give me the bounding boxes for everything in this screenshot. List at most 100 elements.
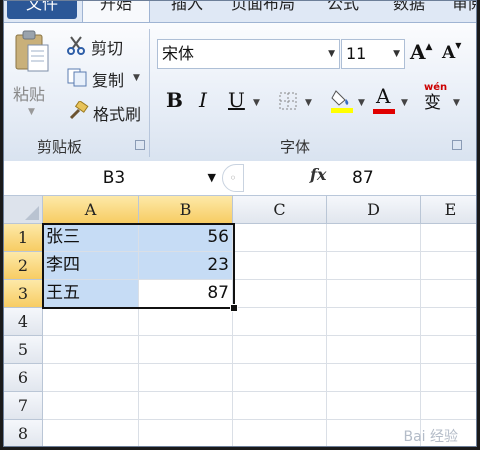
clipboard-launcher-icon[interactable] [135,140,145,150]
row-header-8[interactable]: 8 [4,420,43,446]
row-header-4[interactable]: 4 [4,308,43,336]
tab-data[interactable]: 数据 [384,1,434,19]
font-color-icon: A [376,84,391,108]
tab-formulas[interactable]: 公式 [318,1,368,19]
cell-empty[interactable] [327,224,421,252]
fill-color-dropdown-icon[interactable]: ▼ [358,98,365,108]
insert-function-icon[interactable]: fx [310,165,326,184]
cell-empty[interactable] [327,280,421,308]
cell-empty[interactable] [233,224,327,252]
italic-button[interactable]: I [199,88,207,112]
borders-icon[interactable] [278,91,298,115]
cell-empty[interactable] [43,336,139,364]
column-header-e[interactable]: E [421,196,476,224]
chevron-down-icon: ▼ [393,49,400,59]
cell-empty[interactable] [421,280,476,308]
bold-button[interactable]: B [166,88,183,112]
cell-empty[interactable] [43,392,139,420]
formula-bar: B3 ▼ ◦ fx 87 [4,161,476,196]
row-header-2[interactable]: 2 [4,252,43,280]
cell-empty[interactable] [139,336,233,364]
column-header-b[interactable]: B [139,196,233,224]
format-painter-button[interactable]: 格式刷 [93,101,141,125]
phonetic-icon: 变 [424,93,441,113]
cell-empty[interactable] [421,364,476,392]
row-header-5[interactable]: 5 [4,336,43,364]
cell-empty[interactable] [421,336,476,364]
cell-empty[interactable] [139,308,233,336]
font-color-button[interactable]: A [376,84,390,108]
font-size-select[interactable]: 11 ▼ [341,39,405,69]
cell-b2[interactable]: 23 [139,252,233,280]
paste-icon [15,30,49,72]
tab-page-layout[interactable]: 页面布局 [224,1,302,19]
row-header-7[interactable]: 7 [4,392,43,420]
name-box[interactable]: B3 ▼ [4,164,224,192]
column-header-a[interactable]: A [43,196,139,224]
cut-button[interactable]: 剪切 [91,35,123,59]
cell-empty[interactable] [139,392,233,420]
tab-home[interactable]: 开始 [82,1,150,23]
font-name-select[interactable]: 宋体 ▼ [157,39,340,69]
select-all-button[interactable] [4,196,43,224]
cell-b3[interactable]: 87 [139,280,233,308]
cell-empty[interactable] [233,420,327,446]
cell-empty[interactable] [421,308,476,336]
row-header-6[interactable]: 6 [4,364,43,392]
column-header-c[interactable]: C [233,196,327,224]
tab-review[interactable]: 审阅 [448,1,476,19]
borders-dropdown-icon[interactable]: ▼ [305,98,312,108]
paste-dropdown-icon[interactable]: ▼ [28,107,35,117]
cut-icon [67,35,85,59]
row-header-3[interactable]: 3 [4,280,43,308]
name-box-value: B3 [102,168,126,188]
cell-empty[interactable] [327,252,421,280]
cell-empty[interactable] [43,364,139,392]
underline-dropdown-icon[interactable]: ▼ [253,98,260,108]
cell-empty[interactable] [233,280,327,308]
cell-a2[interactable]: 李四 [43,252,139,280]
cell-empty[interactable] [233,336,327,364]
cell-empty[interactable] [421,392,476,420]
formula-input[interactable]: 87 [352,164,374,192]
cell-a3[interactable]: 王五 [43,280,139,308]
cell-empty[interactable] [233,252,327,280]
cell-empty[interactable] [139,364,233,392]
fill-color-icon[interactable] [330,87,354,117]
cell-empty[interactable] [233,364,327,392]
phonetic-dropdown-icon[interactable]: ▼ [453,98,460,108]
cell-b1[interactable]: 56 [139,224,233,252]
cell-empty[interactable] [43,308,139,336]
cell-a1[interactable]: 张三 [43,224,139,252]
cell-empty[interactable] [327,364,421,392]
copy-dropdown-icon[interactable]: ▼ [133,73,140,83]
cell-empty[interactable] [327,392,421,420]
tab-file[interactable]: 文件 [7,1,77,19]
cell-empty[interactable] [233,392,327,420]
underline-button[interactable]: U [228,88,245,112]
cell-empty[interactable] [43,420,139,446]
cell-empty[interactable] [233,308,327,336]
cell-empty[interactable] [421,252,476,280]
shrink-font-button[interactable]: A▼ [442,40,461,63]
phonetic-guide-button[interactable]: wén 变 [424,83,447,114]
fill-handle[interactable] [230,304,238,312]
copy-button[interactable]: 复制 [92,67,124,91]
font-size-value: 11 [346,44,367,63]
tab-insert[interactable]: 插入 [162,1,212,19]
paste-button[interactable] [12,29,52,79]
cell-empty[interactable] [327,308,421,336]
formula-bar-splitter[interactable]: ◦ [222,164,244,192]
column-header-d[interactable]: D [327,196,421,224]
group-divider [149,29,150,157]
cell-empty[interactable] [421,224,476,252]
font-color-swatch [373,109,395,114]
cell-empty[interactable] [139,420,233,446]
cell-empty[interactable] [327,336,421,364]
font-launcher-icon[interactable] [452,140,462,150]
grow-font-button[interactable]: A▲ [410,40,432,64]
chevron-down-icon: ▼ [207,171,216,184]
row-header-1[interactable]: 1 [4,224,43,252]
font-name-value: 宋体 [162,44,195,63]
font-color-dropdown-icon[interactable]: ▼ [401,98,408,108]
